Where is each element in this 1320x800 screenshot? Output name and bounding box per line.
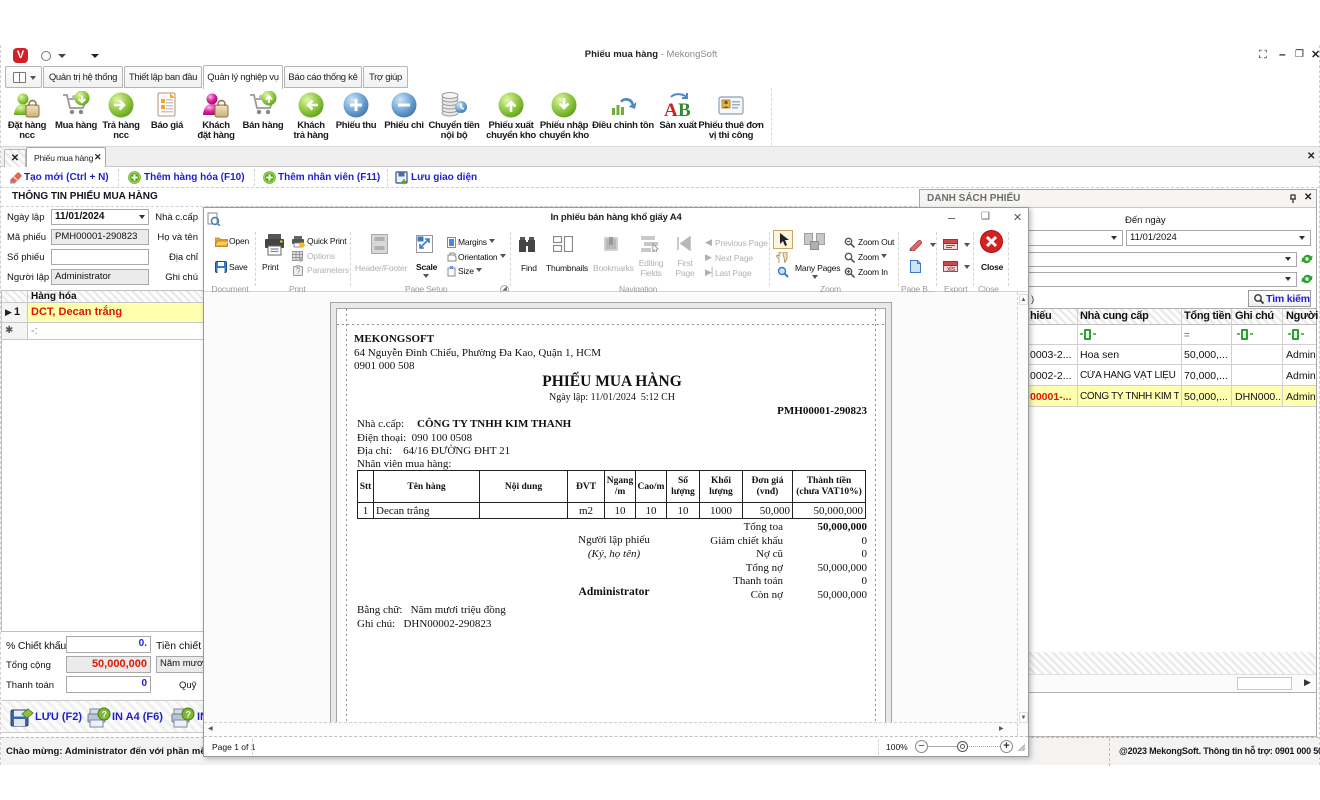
svg-text:?: ? — [186, 710, 192, 720]
svg-text:B: B — [678, 100, 691, 121]
svg-text:?: ? — [102, 710, 108, 720]
svg-text:xls: xls — [947, 266, 956, 272]
svg-text:A: A — [664, 100, 678, 121]
